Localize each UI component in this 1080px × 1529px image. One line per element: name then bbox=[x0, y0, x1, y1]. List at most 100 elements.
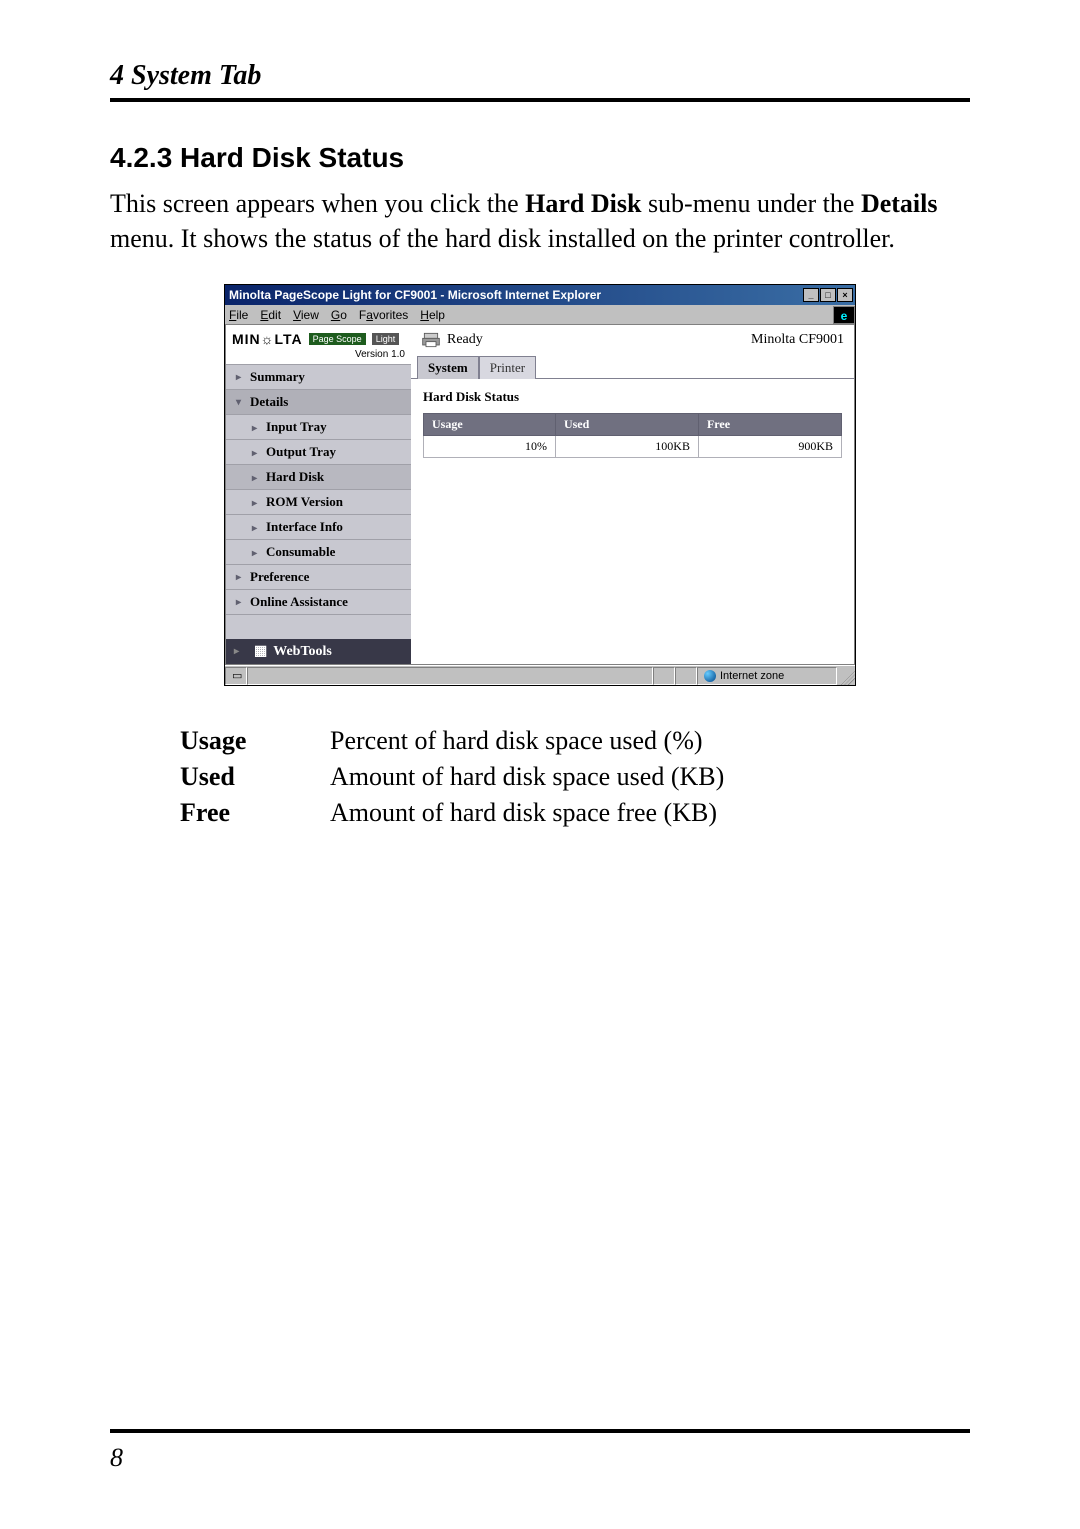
triangle-icon: ▸ bbox=[252, 423, 262, 434]
sidebar-sub-consumable[interactable]: ▸ Consumable bbox=[226, 540, 411, 565]
status-seg-2 bbox=[675, 667, 697, 685]
minolta-logo: MIN☼LTA bbox=[232, 331, 303, 347]
webtools-icon: ▦ bbox=[254, 643, 267, 660]
menu-favorites[interactable]: Favorites bbox=[359, 308, 408, 322]
sidebar-sub-output-tray[interactable]: ▸ Output Tray bbox=[226, 440, 411, 465]
close-button[interactable]: × bbox=[837, 288, 853, 302]
sidebar-item-label: Interface Info bbox=[266, 519, 343, 534]
menu-view[interactable]: View bbox=[293, 308, 319, 322]
body-bold-1: Hard Disk bbox=[525, 189, 641, 218]
menu-bar: File Edit View Go Favorites Help e bbox=[225, 305, 855, 325]
def-desc: Amount of hard disk space free (KB) bbox=[330, 798, 717, 828]
pane-title: Hard Disk Status bbox=[423, 389, 842, 405]
sidebar-spacer bbox=[226, 615, 411, 639]
status-zone-text: Internet zone bbox=[720, 670, 784, 682]
webtools-link[interactable]: ▸ ▦ WebTools bbox=[226, 639, 411, 664]
sidebar: MIN☼LTA Page Scope Light Version 1.0 ▸ Su… bbox=[226, 325, 411, 664]
version-label: Version 1.0 bbox=[226, 349, 411, 365]
triangle-icon: ▸ bbox=[234, 646, 244, 657]
sidebar-item-label: Online Assistance bbox=[250, 594, 348, 610]
webtools-label: WebTools bbox=[273, 644, 332, 660]
sidebar-item-details[interactable]: ▾ Details bbox=[226, 390, 411, 415]
th-used: Used bbox=[555, 414, 698, 436]
screenshot-container: Minolta PageScope Light for CF9001 - Mic… bbox=[110, 284, 970, 686]
sidebar-item-label: ROM Version bbox=[266, 494, 343, 509]
status-doc-icon: ▭ bbox=[225, 667, 247, 685]
sidebar-item-preference[interactable]: ▸ Preference bbox=[226, 565, 411, 590]
th-free: Free bbox=[698, 414, 841, 436]
window-title-bar: Minolta PageScope Light for CF9001 - Mic… bbox=[225, 285, 855, 305]
triangle-icon: ▸ bbox=[252, 548, 262, 559]
triangle-icon: ▸ bbox=[252, 448, 262, 459]
window-title-text: Minolta PageScope Light for CF9001 - Mic… bbox=[229, 288, 803, 302]
status-seg-1 bbox=[653, 667, 675, 685]
def-row-free: Free Amount of hard disk space free (KB) bbox=[180, 798, 970, 828]
globe-icon bbox=[704, 670, 716, 682]
sidebar-item-summary[interactable]: ▸ Summary bbox=[226, 365, 411, 390]
footer-rule bbox=[110, 1429, 970, 1433]
tabs-row: System Printer bbox=[411, 355, 854, 379]
status-zone: Internet zone bbox=[697, 667, 837, 685]
body-text-1: This screen appears when you click the bbox=[110, 189, 525, 218]
body-bold-2: Details bbox=[861, 189, 938, 218]
sidebar-item-label: Consumable bbox=[266, 544, 335, 559]
def-row-usage: Usage Percent of hard disk space used (%… bbox=[180, 726, 970, 756]
def-term: Free bbox=[180, 798, 330, 828]
body-text-3: menu. It shows the status of the hard di… bbox=[110, 224, 895, 253]
main-pane: Ready Minolta CF9001 System Printer Hard… bbox=[411, 325, 854, 664]
sidebar-item-label: Summary bbox=[250, 369, 305, 385]
printer-icon bbox=[421, 331, 441, 349]
menu-edit[interactable]: Edit bbox=[260, 308, 281, 322]
sidebar-sub-hard-disk[interactable]: ▸ Hard Disk bbox=[226, 465, 411, 490]
minimize-button[interactable]: _ bbox=[803, 288, 819, 302]
def-desc: Amount of hard disk space used (KB) bbox=[330, 762, 724, 792]
status-message bbox=[247, 667, 653, 685]
content-area: MIN☼LTA Page Scope Light Version 1.0 ▸ Su… bbox=[225, 325, 855, 665]
sidebar-item-label: Hard Disk bbox=[266, 469, 324, 484]
pane-body: Hard Disk Status Usage Used Free 10% 100… bbox=[411, 379, 854, 468]
sidebar-item-label: Output Tray bbox=[266, 444, 336, 459]
def-term: Usage bbox=[180, 726, 330, 756]
menu-go[interactable]: Go bbox=[331, 308, 347, 322]
triangle-icon: ▸ bbox=[236, 372, 246, 383]
body-text-2: sub-menu under the bbox=[641, 189, 861, 218]
chapter-header: 4 System Tab bbox=[110, 60, 970, 102]
sidebar-item-label: Preference bbox=[250, 569, 309, 585]
resize-grip-icon[interactable] bbox=[837, 667, 855, 685]
def-row-used: Used Amount of hard disk space used (KB) bbox=[180, 762, 970, 792]
model-label: Minolta CF9001 bbox=[751, 332, 844, 348]
sidebar-item-label: Details bbox=[250, 394, 288, 410]
sidebar-sub-interface-info[interactable]: ▸ Interface Info bbox=[226, 515, 411, 540]
maximize-button[interactable]: □ bbox=[820, 288, 836, 302]
triangle-icon: ▸ bbox=[252, 523, 262, 534]
triangle-icon: ▸ bbox=[236, 572, 246, 583]
menu-file[interactable]: File bbox=[229, 308, 248, 322]
ie-logo-icon: e bbox=[833, 306, 855, 324]
td-used: 100KB bbox=[555, 436, 698, 458]
tab-printer[interactable]: Printer bbox=[479, 356, 536, 379]
triangle-icon: ▸ bbox=[252, 473, 262, 484]
def-term: Used bbox=[180, 762, 330, 792]
browser-window: Minolta PageScope Light for CF9001 - Mic… bbox=[224, 284, 856, 686]
status-ready: Ready bbox=[447, 332, 483, 348]
intro-paragraph: This screen appears when you click the H… bbox=[110, 186, 970, 256]
triangle-down-icon: ▾ bbox=[236, 397, 246, 408]
tab-system[interactable]: System bbox=[417, 356, 479, 379]
menu-help[interactable]: Help bbox=[420, 308, 445, 322]
page-number: 8 bbox=[110, 1443, 123, 1473]
sidebar-item-online-assistance[interactable]: ▸ Online Assistance bbox=[226, 590, 411, 615]
def-desc: Percent of hard disk space used (%) bbox=[330, 726, 703, 756]
th-usage: Usage bbox=[424, 414, 556, 436]
status-bar: ▭ Internet zone bbox=[225, 665, 855, 685]
sidebar-sub-rom-version[interactable]: ▸ ROM Version bbox=[226, 490, 411, 515]
section-title: 4.2.3 Hard Disk Status bbox=[110, 142, 970, 174]
pagescope-chip: Page Scope bbox=[309, 333, 366, 345]
sidebar-item-label: Input Tray bbox=[266, 419, 327, 434]
sidebar-sub-input-tray[interactable]: ▸ Input Tray bbox=[226, 415, 411, 440]
triangle-icon: ▸ bbox=[252, 498, 262, 509]
hard-disk-table: Usage Used Free 10% 100KB 900KB bbox=[423, 413, 842, 458]
triangle-icon: ▸ bbox=[236, 597, 246, 608]
light-chip: Light bbox=[372, 333, 400, 345]
header-row: Ready Minolta CF9001 bbox=[411, 325, 854, 355]
td-free: 900KB bbox=[698, 436, 841, 458]
